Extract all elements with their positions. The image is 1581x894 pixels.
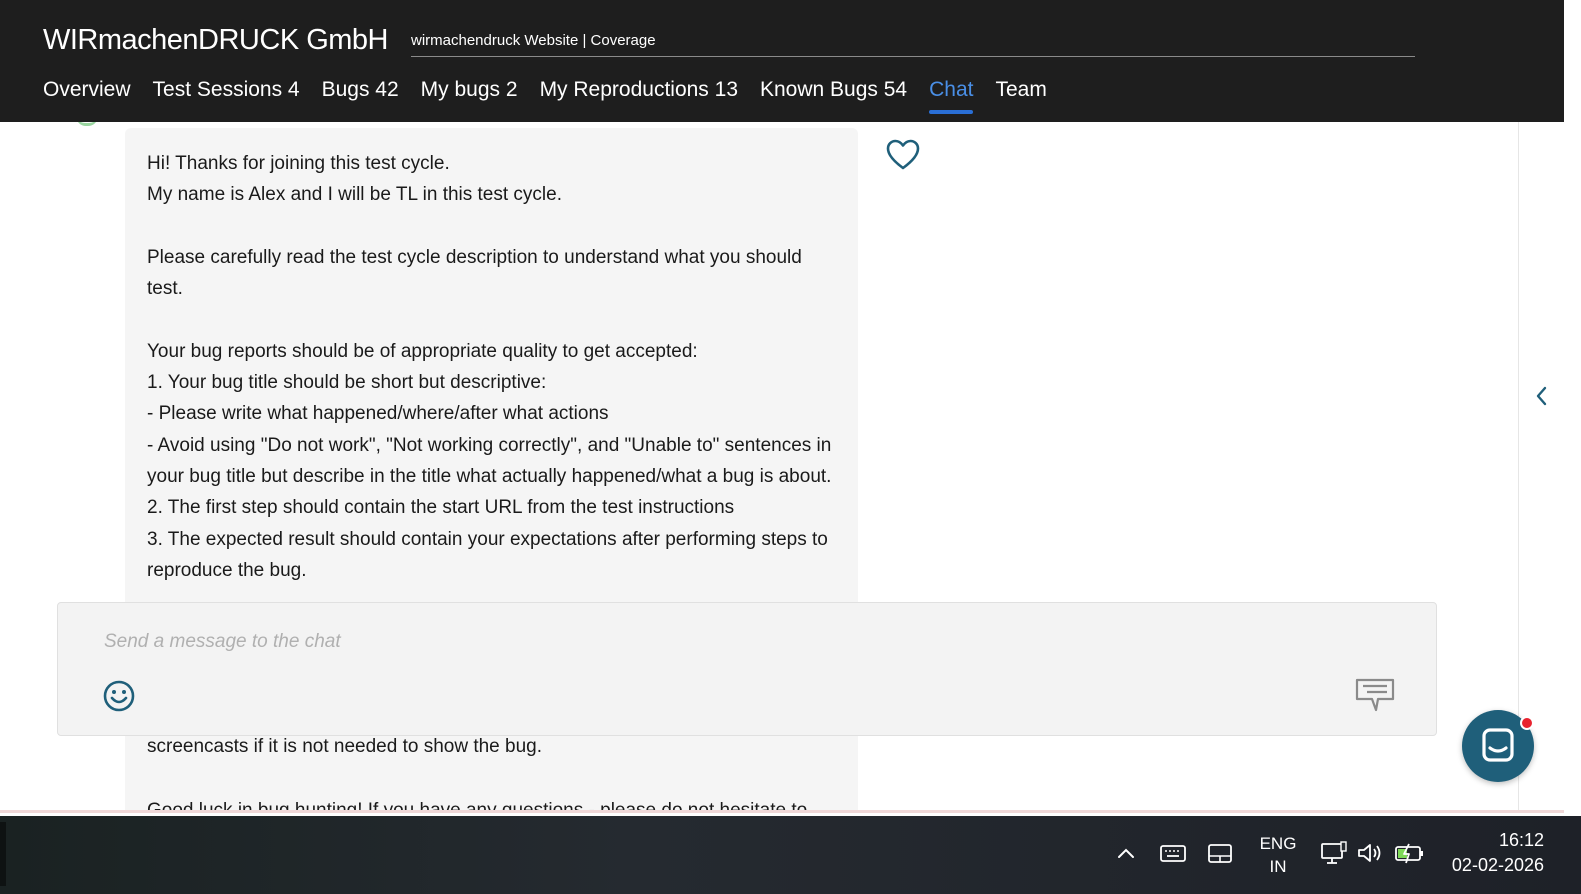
volume-icon[interactable] (1356, 840, 1384, 866)
company-name: WIRmachenDRUCK GmbH (43, 24, 389, 56)
tab-overview[interactable]: Overview (43, 76, 131, 114)
network-icon[interactable] (1320, 840, 1348, 866)
tab-chat[interactable]: Chat (929, 76, 974, 114)
tab-known-bugs[interactable]: Known Bugs 54 (760, 76, 907, 114)
tab-team[interactable]: Team (995, 76, 1046, 114)
battery-charging-icon[interactable] (1393, 840, 1425, 866)
system-clock[interactable]: 16:12 02-02-2026 (1444, 828, 1544, 878)
clock-time: 16:12 (1498, 830, 1544, 850)
tab-my-bugs[interactable]: My bugs 2 (421, 76, 518, 114)
lang-region: IN (1269, 857, 1287, 876)
message-text-continued: screencasts if it is not needed to show … (147, 736, 543, 757)
send-message-icon[interactable] (1354, 677, 1396, 713)
message-composer (57, 602, 1437, 736)
page-bottom-edge (0, 810, 1564, 813)
smiley-icon[interactable] (102, 679, 136, 713)
project-title[interactable]: wirmachendruck Website | Coverage (411, 30, 1415, 57)
keyboard-icon[interactable] (1159, 840, 1187, 866)
tab-test-sessions[interactable]: Test Sessions 4 (153, 76, 300, 114)
avatar (76, 122, 98, 126)
app-header: WIRmachenDRUCK GmbH wirmachendruck Websi… (0, 0, 1564, 122)
notification-badge (1520, 716, 1534, 730)
main-nav: Overview Test Sessions 4 Bugs 42 My bugs… (43, 76, 1069, 116)
taskbar-start-edge (0, 822, 6, 886)
clock-date: 02-02-2026 (1451, 855, 1544, 875)
touchpad-icon[interactable] (1206, 840, 1234, 866)
chat-message-input[interactable] (104, 625, 1304, 659)
message-text: Hi! Thanks for joining this test cycle. … (147, 153, 832, 581)
chevron-up-icon[interactable] (1112, 840, 1140, 866)
os-taskbar: ENG IN 16:12 02-02-2026 (0, 816, 1581, 894)
lang-code: ENG (1259, 834, 1297, 853)
side-panel-divider (1518, 122, 1519, 812)
input-language[interactable]: ENG IN (1258, 832, 1298, 878)
tab-bugs[interactable]: Bugs 42 (322, 76, 399, 114)
chevron-left-icon[interactable] (1530, 384, 1554, 408)
tab-my-reproductions[interactable]: My Reproductions 13 (540, 76, 738, 114)
heart-icon[interactable] (884, 137, 922, 173)
